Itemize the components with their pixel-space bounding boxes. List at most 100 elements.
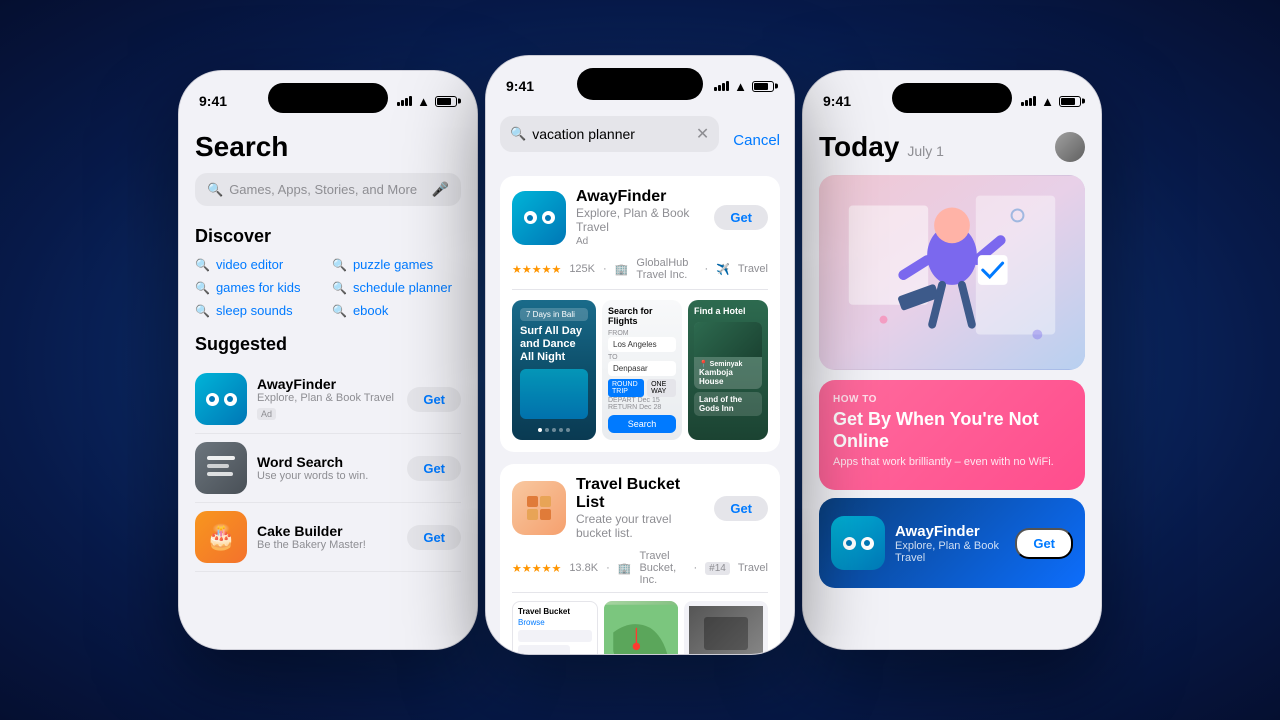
signal-bar-r2 xyxy=(1025,100,1028,106)
screenshots-row-awayfinder: 7 Days in Bali Surf All Day and Dance Al… xyxy=(512,300,768,440)
today-title-wrap: Today July 1 xyxy=(819,131,944,163)
cake-icon: 🎂 xyxy=(206,523,236,552)
screenshot2-city: Hong Kong, China xyxy=(684,601,768,654)
travel-bucket-svg xyxy=(523,492,555,524)
af-eye-r-left xyxy=(843,537,856,550)
cancel-btn[interactable]: Cancel xyxy=(733,132,780,149)
app-result-desc-travelbucket: Create your travel bucket list. xyxy=(576,512,704,540)
search-icon: 🔍 xyxy=(207,182,223,198)
hotel-title: Find a Hotel xyxy=(694,306,762,316)
discover-label-ebook: ebook xyxy=(353,303,388,318)
how-to-desc: Apps that work brilliantly – even with n… xyxy=(833,456,1071,468)
bali-title: Surf All Day and Dance All Night xyxy=(520,325,588,365)
search-btn-flights[interactable]: Search xyxy=(608,415,676,433)
phone-right: 9:41 ▲ Today July 1 xyxy=(802,70,1102,650)
search-bar-left[interactable]: 🔍 Games, Apps, Stories, and More 🎤 xyxy=(195,173,461,206)
avatar[interactable] xyxy=(1055,132,1085,162)
ss2-item1 xyxy=(518,630,592,642)
af-eye-c-right xyxy=(542,211,555,224)
signal-bar-3 xyxy=(405,98,408,106)
dot-5 xyxy=(566,428,570,432)
app-desc-awayfinder: Explore, Plan & Book Travel xyxy=(257,392,397,404)
ss2-browse-label: Browse xyxy=(518,618,592,627)
af-pupil-r-right xyxy=(864,540,870,546)
signal-bars-left xyxy=(397,96,412,106)
discover-label-sleep: sleep sounds xyxy=(216,303,293,318)
hotel-kamboja: Kamboja House xyxy=(699,368,757,386)
flight-from-label: FROM xyxy=(608,330,676,337)
discover-item-kids[interactable]: 🔍 games for kids xyxy=(195,280,324,295)
signal-bar-4 xyxy=(409,96,412,106)
get-btn-travelbucket[interactable]: Get xyxy=(714,496,768,521)
how-to-card[interactable]: HOW TO Get By When You're Not Online App… xyxy=(819,380,1085,490)
developer-tb: Travel Bucket, Inc. xyxy=(639,550,685,586)
signal-bar-r4 xyxy=(1033,96,1036,106)
rating-count-travelbucket: 13.8K xyxy=(569,562,598,574)
get-btn-result-awayfinder[interactable]: Get xyxy=(714,205,768,230)
signal-bars-center xyxy=(714,81,729,91)
ad-badge-awayfinder: Ad xyxy=(257,408,276,420)
awayfinder-eyes-right xyxy=(843,537,874,550)
search-icon-center: 🔍 xyxy=(510,126,526,142)
wifi-icon-center: ▲ xyxy=(734,79,747,94)
app-icon-wordsearch xyxy=(195,442,247,494)
discover-item-ebook[interactable]: 🔍 ebook xyxy=(332,303,461,318)
today-title: Today xyxy=(819,131,899,163)
app-name-cakebuilder: Cake Builder xyxy=(257,523,397,539)
hotel-img-1 xyxy=(694,322,762,357)
discover-title: Discover xyxy=(195,226,461,247)
mic-icon: 🎤 xyxy=(432,181,449,198)
active-search-bar[interactable]: 🔍 vacation planner ✕ xyxy=(500,116,719,152)
app-list-item-awayfinder: AwayFinder Explore, Plan & Book Travel A… xyxy=(195,365,461,434)
get-btn-bottom-app[interactable]: Get xyxy=(1015,528,1073,559)
bottom-app-card: AwayFinder Explore, Plan & Book Travel G… xyxy=(819,498,1085,588)
today-date: July 1 xyxy=(907,143,944,159)
bottom-app-info: AwayFinder Explore, Plan & Book Travel xyxy=(895,523,1005,564)
feature-card[interactable] xyxy=(819,175,1085,370)
return-label: RETURN Dec 28 xyxy=(608,404,676,411)
bali-content: 7 Days in Bali Surf All Day and Dance Al… xyxy=(520,308,588,365)
discover-item-puzzle[interactable]: 🔍 puzzle games xyxy=(332,257,461,272)
app2-meta-travelbucket: ★★★★★ 13.8K · 🏢 Travel Bucket, Inc. · #1… xyxy=(512,550,768,593)
awayfinder-logo xyxy=(206,393,237,406)
dot-4 xyxy=(559,428,563,432)
bali-tag: 7 Days in Bali xyxy=(520,308,588,321)
discover-item-sleep[interactable]: 🔍 sleep sounds xyxy=(195,303,324,318)
plane-icon: ✈️ xyxy=(716,263,730,276)
screen-content-left: Search 🔍 Games, Apps, Stories, and More … xyxy=(179,121,477,649)
app-result-desc-awayfinder: Explore, Plan & Book Travel xyxy=(576,206,704,234)
status-time-center: 9:41 xyxy=(506,78,534,94)
discover-search-icon-2: 🔍 xyxy=(332,258,347,272)
signal-bar-2 xyxy=(401,100,404,106)
hotel-land-name: Land of the Gods Inn xyxy=(699,395,757,413)
signal-bar-c3 xyxy=(722,83,725,91)
discover-label-puzzle: puzzle games xyxy=(353,257,433,272)
signal-bar-c1 xyxy=(714,87,717,91)
dot-1 xyxy=(538,428,542,432)
discover-search-icon-4: 🔍 xyxy=(332,281,347,295)
app-name-awayfinder: AwayFinder xyxy=(257,376,397,392)
flight-to-label: TO xyxy=(608,354,676,361)
clear-btn[interactable]: ✕ xyxy=(696,124,709,144)
app-result-header-travelbucket: Travel Bucket List Create your travel bu… xyxy=(512,476,768,540)
discover-item-video[interactable]: 🔍 video editor xyxy=(195,257,324,272)
hotel-info-1: 📍 Seminyak Kamboja House xyxy=(694,357,762,389)
af-eye-r-right xyxy=(861,537,874,550)
separator2: · xyxy=(704,263,708,275)
discover-item-planner[interactable]: 🔍 schedule planner xyxy=(332,280,461,295)
signal-bars-right xyxy=(1021,96,1036,106)
get-btn-cakebuilder[interactable]: Get xyxy=(407,525,461,550)
screen-content-right: Today July 1 xyxy=(803,121,1101,649)
screenshot-bali: 7 Days in Bali Surf All Day and Dance Al… xyxy=(512,300,596,440)
app-list-item-cakebuilder: 🎂 Cake Builder Be the Bakery Master! Get xyxy=(195,503,461,572)
get-btn-wordsearch[interactable]: Get xyxy=(407,456,461,481)
app-result-name-awayfinder: AwayFinder xyxy=(576,188,704,206)
discover-section: Discover 🔍 video editor 🔍 puzzle games 🔍… xyxy=(195,226,461,318)
app-result-icon-awayfinder xyxy=(512,191,566,245)
dot-3 xyxy=(552,428,556,432)
get-btn-awayfinder[interactable]: Get xyxy=(407,387,461,412)
af-pupil-left xyxy=(209,396,215,402)
app-list-item-wordsearch: Word Search Use your words to win. Get xyxy=(195,434,461,503)
flights-title: Search for Flights xyxy=(608,306,676,326)
bali-wave xyxy=(520,369,588,419)
